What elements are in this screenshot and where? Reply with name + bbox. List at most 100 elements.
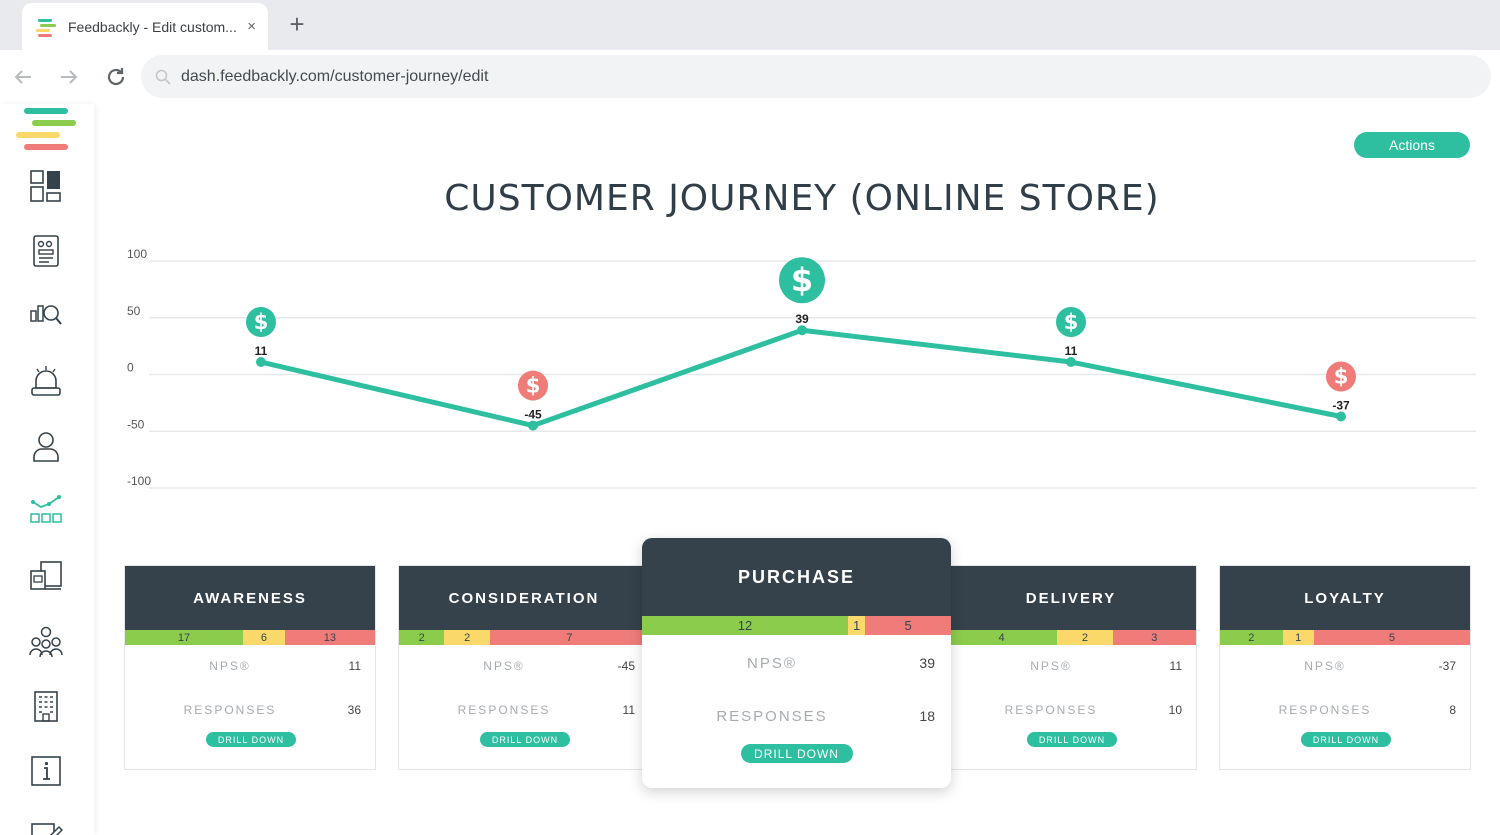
nps-distribution-bar: 12 1 5	[642, 616, 951, 635]
promoters-segment: 2	[1220, 630, 1283, 645]
browser-toolbar: dash.feedbackly.com/customer-journey/edi…	[0, 50, 1500, 104]
passives-segment: 1	[1282, 630, 1314, 645]
back-button[interactable]	[8, 62, 38, 92]
nps-label: NPS®	[747, 655, 797, 672]
stage-title: DELIVERY	[946, 566, 1196, 630]
tab-close-icon[interactable]: ×	[247, 18, 256, 35]
reload-icon	[107, 68, 125, 86]
data-point	[1066, 357, 1076, 368]
drill-down-button[interactable]: DRILL DOWN	[1301, 732, 1391, 747]
sidebar-item-info[interactable]	[29, 754, 63, 788]
detractors-segment: 5	[865, 616, 951, 635]
responses-value: 11	[622, 703, 635, 717]
y-tick-label: 50	[127, 304, 141, 318]
forward-button[interactable]	[54, 62, 84, 92]
promoters-segment: 4	[946, 630, 1058, 645]
drill-down-button[interactable]: DRILL DOWN	[740, 744, 853, 763]
tab-title: Feedbackly - Edit custom...	[68, 18, 237, 35]
dollar-symbol: $	[254, 310, 269, 334]
data-value-label: 11	[1065, 344, 1078, 358]
info-icon	[31, 756, 61, 786]
sidebar	[0, 104, 94, 835]
y-tick-label: -100	[127, 474, 151, 488]
responses-label: RESPONSES	[457, 703, 551, 717]
app-area: Actions CUSTOMER JOURNEY (ONLINE STORE) …	[0, 104, 1500, 835]
user-icon	[33, 432, 59, 462]
sidebar-item-surveys[interactable]	[29, 234, 63, 268]
nps-label: NPS®	[483, 659, 525, 673]
responses-label: RESPONSES	[183, 703, 277, 717]
nps-label: NPS®	[1030, 659, 1072, 673]
stage-title: CONSIDERATION	[399, 566, 649, 630]
nps-distribution-bar: 423	[946, 630, 1196, 645]
nps-value: -37	[1438, 659, 1456, 673]
stage-card-awareness: AWARENESS 17 6 13 NPS® 11 RESPONSES 36 DRILL DOW…	[124, 565, 376, 770]
responses-label: RESPONSES	[1278, 703, 1372, 717]
drill-down-button[interactable]: DRILL DOWN	[480, 732, 570, 747]
sidebar-item-team[interactable]	[29, 624, 63, 658]
journey-chart: 100 50 0 -50 -100 11 $ -45 $39 $11 $ -37 $	[127, 247, 1476, 489]
stage-card-loyalty: LOYALTY 2 1 5 NPS® -37 RESPONSES 8 DRILL DOWN	[1219, 565, 1471, 770]
detractors-segment: 3	[1112, 630, 1196, 645]
nps-distribution-bar: 17 6 13	[125, 630, 375, 645]
data-point	[797, 325, 807, 336]
responses-value: 8	[1449, 703, 1456, 717]
devices-icon	[30, 561, 62, 590]
passives-segment: 6	[243, 630, 285, 645]
detractors-segment: 7	[489, 630, 649, 645]
nps-label: NPS®	[1304, 659, 1346, 673]
main-content: Actions CUSTOMER JOURNEY (ONLINE STORE) …	[94, 104, 1500, 835]
y-tick-label: 100	[127, 247, 147, 261]
sidebar-item-organization[interactable]	[29, 689, 63, 723]
feedbackly-favicon-icon	[36, 17, 56, 37]
stage-card-delivery: DELIVERY 4 2 3 NPS® 11 RESPONSES 10 DRILL DOWN	[945, 565, 1197, 770]
team-icon	[29, 626, 63, 658]
data-point	[1336, 411, 1346, 422]
sidebar-item-analytics[interactable]	[29, 299, 63, 333]
dollar-symbol: $	[1064, 310, 1079, 334]
dollar-symbol: $	[1334, 364, 1349, 388]
browser-tab[interactable]: Feedbackly - Edit custom... ×	[22, 3, 268, 50]
sidebar-item-edit[interactable]	[29, 819, 64, 835]
passives-segment: 2	[444, 630, 490, 645]
drill-down-button[interactable]: DRILL DOWN	[1027, 732, 1117, 747]
organization-building-icon	[34, 691, 58, 722]
feedbackly-logo[interactable]	[16, 108, 78, 154]
passives-segment: 1	[848, 616, 866, 635]
stage-card-purchase: PURCHASE 12 1 5 NPS® 39 RESPONSES 18 DRILL DOWN	[642, 538, 951, 788]
sidebar-item-dashboard[interactable]	[29, 169, 63, 203]
sidebar-item-notifications[interactable]	[29, 364, 63, 398]
customer-journey-icon	[30, 495, 62, 523]
address-bar[interactable]: dash.feedbackly.com/customer-journey/edi…	[141, 55, 1491, 98]
detractors-segment: 13	[284, 630, 375, 645]
drill-down-button[interactable]: DRILL DOWN	[206, 732, 296, 747]
data-point	[528, 420, 538, 431]
data-value-label: -37	[1332, 398, 1350, 412]
responses-value: 36	[347, 703, 361, 717]
reload-button[interactable]	[101, 62, 131, 92]
sidebar-item-users[interactable]	[29, 429, 63, 463]
y-tick-label: -50	[127, 417, 145, 431]
data-value-label: -45	[524, 408, 542, 422]
responses-value: 10	[1168, 703, 1182, 717]
stage-title: LOYALTY	[1220, 566, 1470, 630]
nps-label: NPS®	[209, 659, 251, 673]
nps-value: 11	[348, 659, 361, 673]
notifications-bell-icon	[31, 366, 61, 396]
sidebar-item-customer-journey[interactable]	[29, 494, 63, 528]
nps-value: 11	[1169, 659, 1182, 673]
promoters-segment: 2	[399, 630, 445, 645]
sidebar-item-devices[interactable]	[29, 559, 63, 593]
stage-title: AWARENESS	[125, 566, 375, 630]
promoters-segment: 12	[642, 616, 848, 635]
url-text: dash.feedbackly.com/customer-journey/edi…	[181, 67, 489, 85]
dollar-symbol: $	[791, 261, 813, 299]
nps-distribution-bar: 215	[1220, 630, 1470, 645]
edit-icon	[31, 823, 64, 835]
search-icon	[155, 69, 171, 85]
promoters-segment: 17	[125, 630, 244, 645]
new-tab-button[interactable]: +	[283, 10, 311, 38]
passives-segment: 2	[1057, 630, 1113, 645]
data-point	[256, 357, 266, 368]
responses-value: 18	[919, 708, 935, 724]
